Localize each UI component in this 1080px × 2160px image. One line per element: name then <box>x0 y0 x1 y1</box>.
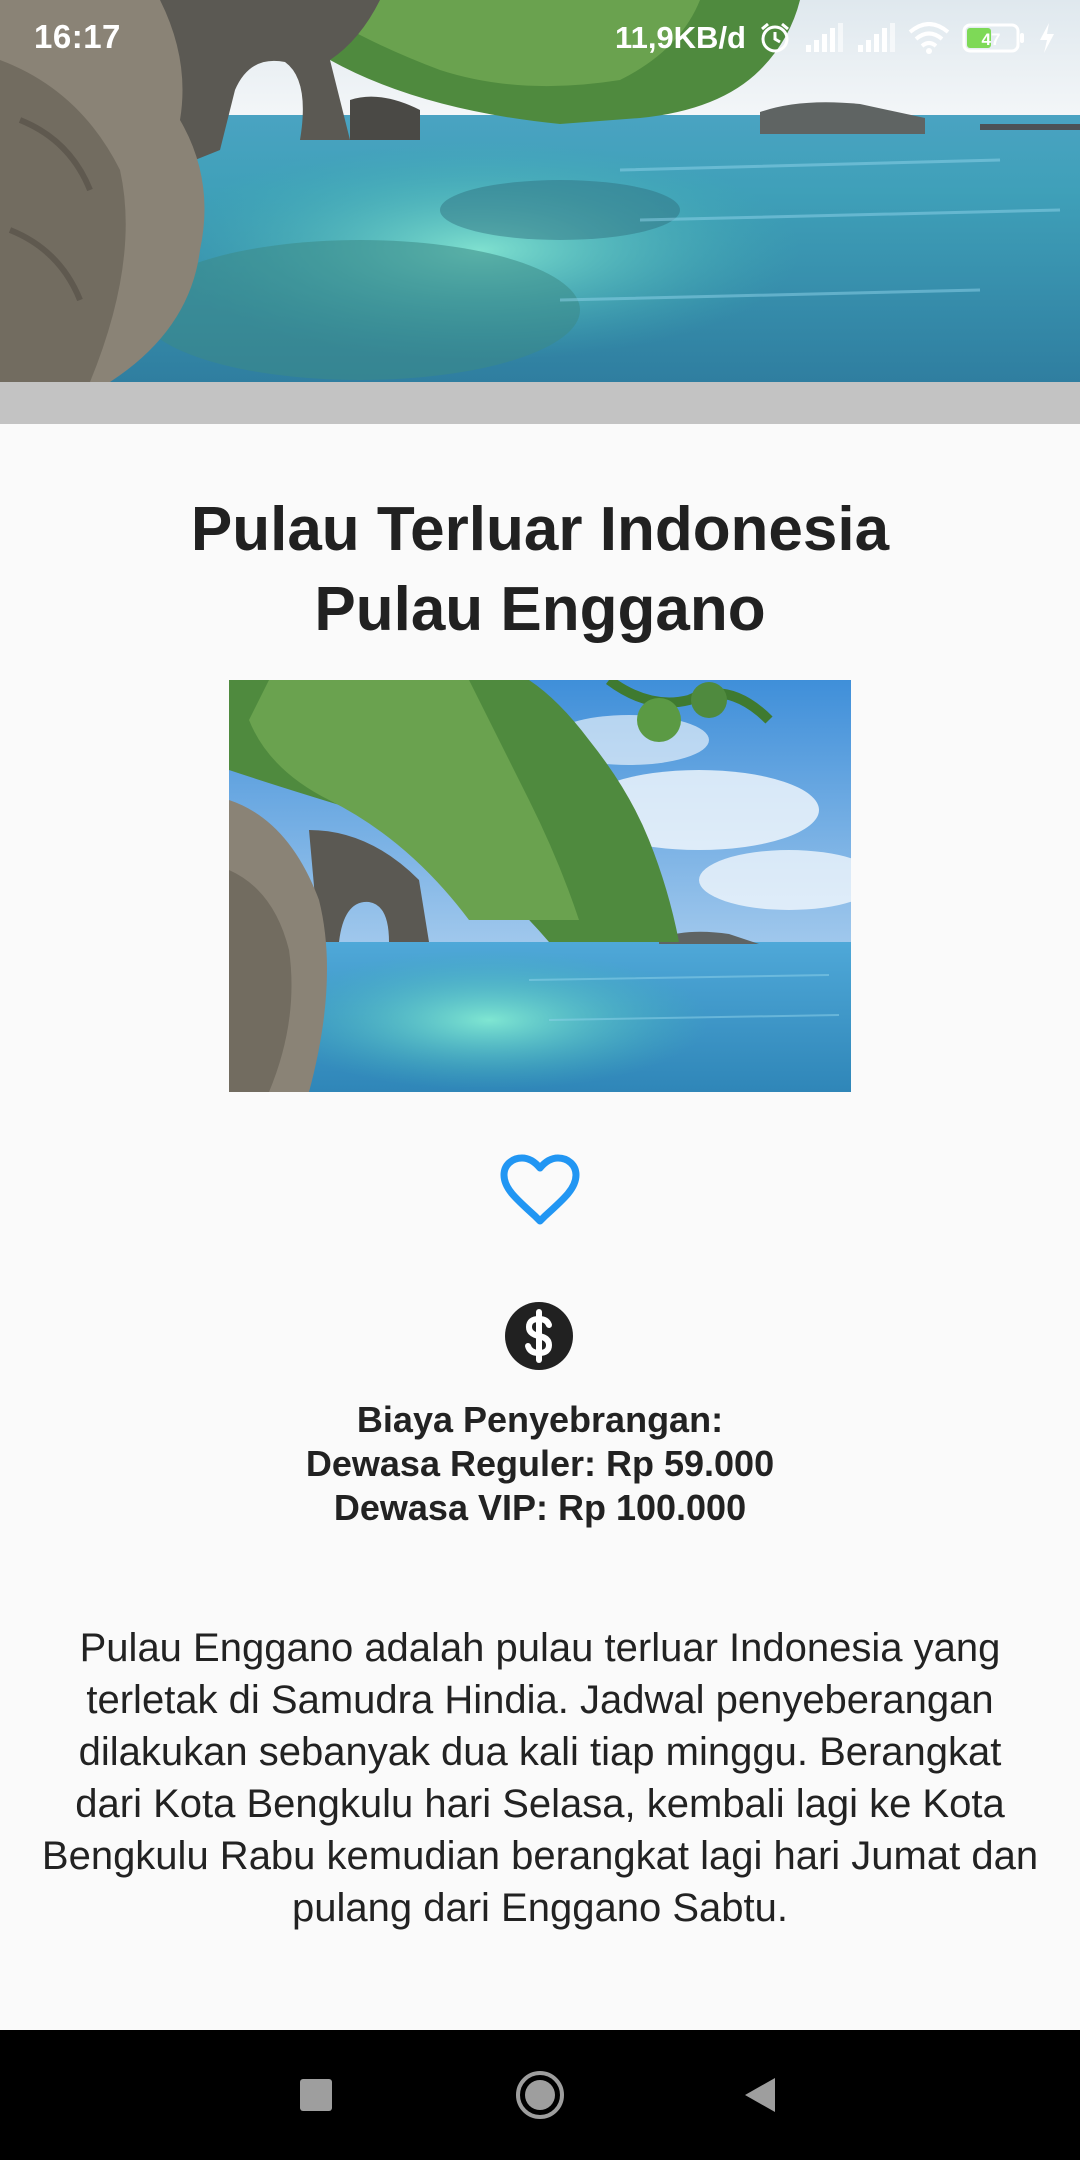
favorite-button[interactable] <box>494 1148 586 1232</box>
signal-icon <box>804 23 844 53</box>
page-title: Pulau Terluar Indonesia Pulau Enggano <box>0 490 1080 650</box>
title-line-1: Pulau Terluar Indonesia <box>190 495 890 564</box>
wifi-icon <box>908 22 950 54</box>
back-triangle-icon <box>745 2078 775 2112</box>
charging-icon <box>1038 22 1056 54</box>
cost-heading: Biaya Penyebrangan: <box>356 1399 724 1440</box>
battery-level: 47 <box>982 30 1001 49</box>
battery-icon: 47 <box>962 22 1026 54</box>
dollar-circle-icon <box>503 1300 575 1372</box>
home-circle-icon <box>516 2071 564 2119</box>
signal-icon <box>856 23 896 53</box>
status-bar: 16:17 11,9KB/d 47 <box>0 0 1080 76</box>
header-divider <box>0 382 1080 424</box>
title-line-2: Pulau Enggano <box>314 575 766 644</box>
cost-regular: Dewasa Reguler: Rp 59.000 <box>305 1443 775 1484</box>
home-button[interactable] <box>470 2030 610 2160</box>
crossing-cost: Biaya Penyebrangan: Dewasa Reguler: Rp 5… <box>0 1398 1080 1530</box>
recents-square-icon <box>300 2079 332 2111</box>
heart-outline-icon <box>500 1154 580 1225</box>
recents-button[interactable] <box>246 2030 386 2160</box>
description-text: Pulau Enggano adalah pulau terluar Indon… <box>41 1626 1039 1930</box>
status-time: 16:17 <box>34 18 121 55</box>
back-button[interactable] <box>690 2030 830 2160</box>
cost-vip: Dewasa VIP: Rp 100.000 <box>333 1487 747 1528</box>
navigation-bar <box>0 2030 1080 2160</box>
status-icons: 11,9KB/d 47 <box>615 14 1056 62</box>
network-speed: 11,9KB/d <box>615 20 746 55</box>
alarm-icon <box>758 21 792 55</box>
island-photo <box>229 680 851 1092</box>
